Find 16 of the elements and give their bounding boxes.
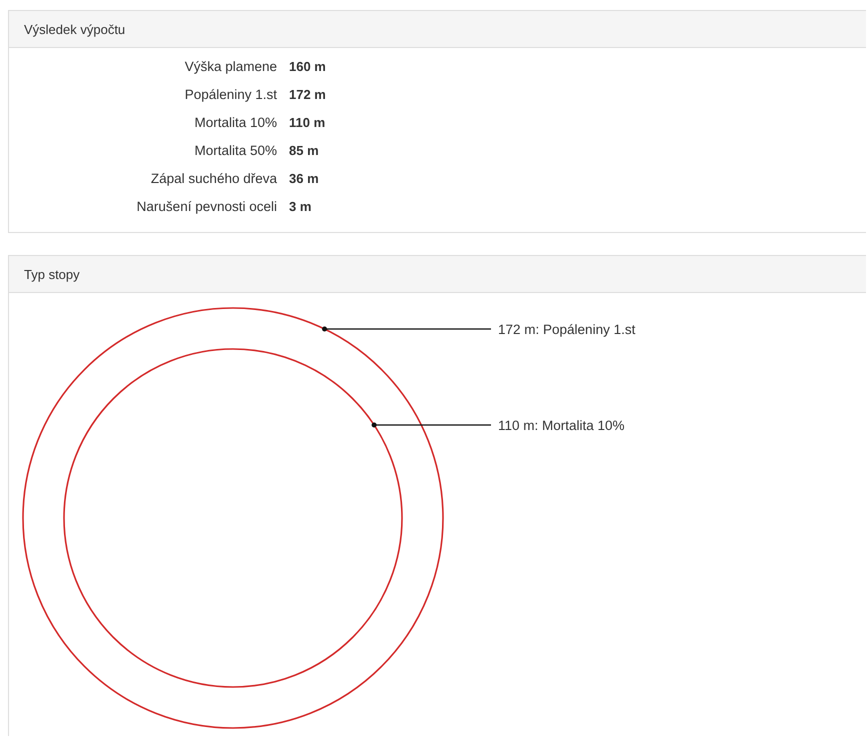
result-label: Narušení pevnosti oceli [136,198,277,216]
result-label: Mortalita 10% [193,114,277,132]
result-value: 172 m [289,86,326,104]
panel-title: Typ stopy [24,266,80,282]
result-value: 110 m [289,114,326,132]
result-value: 36 m [289,170,319,188]
result-label: Mortalita 50% [193,142,277,160]
result-label: Zápal suchého dřeva [150,170,277,188]
ring-label: 110 m: Mortalita 10% [498,418,625,433]
result-value: 85 m [289,142,319,160]
result-value: 160 m [289,58,326,76]
result-label: Výška plamene [184,58,277,76]
panel-title: Výsledek výpočtu [24,22,126,36]
result-value: 3 m [289,198,312,216]
result-label: Popáleniny 1.st [184,86,277,104]
ring-label: 172 m: Popáleniny 1.st [498,322,636,337]
